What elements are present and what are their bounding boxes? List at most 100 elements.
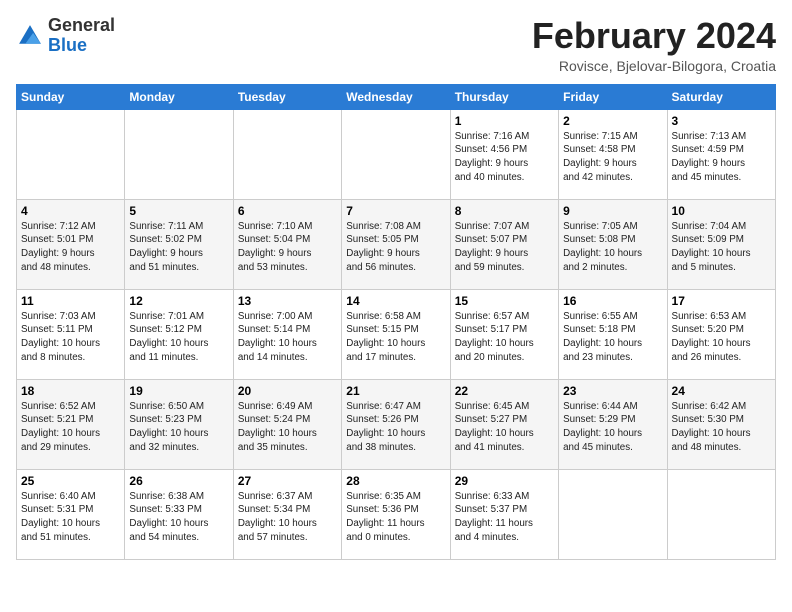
day-detail: Sunrise: 6:40 AMSunset: 5:31 PMDaylight:… xyxy=(21,490,120,545)
weekday-header: Tuesday xyxy=(233,84,341,109)
calendar-day-cell: 4 Sunrise: 7:12 AMSunset: 5:01 PMDaylight… xyxy=(17,199,125,289)
day-number: 23 xyxy=(563,384,662,398)
location-subtitle: Rovisce, Bjelovar-Bilogora, Croatia xyxy=(532,58,776,74)
title-area: February 2024 Rovisce, Bjelovar-Bilogora… xyxy=(532,16,776,74)
calendar-day-cell: 7 Sunrise: 7:08 AMSunset: 5:05 PMDaylight… xyxy=(342,199,450,289)
day-detail: Sunrise: 7:16 AMSunset: 4:56 PMDaylight:… xyxy=(455,130,554,185)
weekday-header-row: SundayMondayTuesdayWednesdayThursdayFrid… xyxy=(17,84,776,109)
calendar-day-cell: 18 Sunrise: 6:52 AMSunset: 5:21 PMDayligh… xyxy=(17,379,125,469)
calendar-day-cell xyxy=(559,469,667,559)
logo-icon xyxy=(16,22,44,50)
calendar-day-cell xyxy=(667,469,775,559)
day-number: 6 xyxy=(238,204,337,218)
calendar-day-cell: 27 Sunrise: 6:37 AMSunset: 5:34 PMDayligh… xyxy=(233,469,341,559)
day-detail: Sunrise: 7:04 AMSunset: 5:09 PMDaylight:… xyxy=(672,220,771,275)
day-detail: Sunrise: 7:08 AMSunset: 5:05 PMDaylight:… xyxy=(346,220,445,275)
day-number: 29 xyxy=(455,474,554,488)
weekday-header: Saturday xyxy=(667,84,775,109)
day-number: 15 xyxy=(455,294,554,308)
day-detail: Sunrise: 6:35 AMSunset: 5:36 PMDaylight:… xyxy=(346,490,445,545)
day-detail: Sunrise: 7:03 AMSunset: 5:11 PMDaylight:… xyxy=(21,310,120,365)
calendar-day-cell: 5 Sunrise: 7:11 AMSunset: 5:02 PMDaylight… xyxy=(125,199,233,289)
calendar-day-cell: 20 Sunrise: 6:49 AMSunset: 5:24 PMDayligh… xyxy=(233,379,341,469)
calendar-day-cell xyxy=(342,109,450,199)
day-number: 13 xyxy=(238,294,337,308)
calendar-day-cell: 17 Sunrise: 6:53 AMSunset: 5:20 PMDayligh… xyxy=(667,289,775,379)
day-number: 24 xyxy=(672,384,771,398)
calendar-day-cell: 3 Sunrise: 7:13 AMSunset: 4:59 PMDaylight… xyxy=(667,109,775,199)
day-detail: Sunrise: 6:37 AMSunset: 5:34 PMDaylight:… xyxy=(238,490,337,545)
day-number: 5 xyxy=(129,204,228,218)
calendar-day-cell: 10Sunrise: 7:04 AMSunset: 5:09 PMDayligh… xyxy=(667,199,775,289)
day-number: 19 xyxy=(129,384,228,398)
day-number: 14 xyxy=(346,294,445,308)
day-number: 16 xyxy=(563,294,662,308)
day-detail: Sunrise: 6:42 AMSunset: 5:30 PMDaylight:… xyxy=(672,400,771,455)
calendar-week-row: 25 Sunrise: 6:40 AMSunset: 5:31 PMDayligh… xyxy=(17,469,776,559)
day-detail: Sunrise: 7:13 AMSunset: 4:59 PMDaylight:… xyxy=(672,130,771,185)
day-detail: Sunrise: 7:05 AMSunset: 5:08 PMDaylight:… xyxy=(563,220,662,275)
day-number: 12 xyxy=(129,294,228,308)
calendar-day-cell: 28 Sunrise: 6:35 AMSunset: 5:36 PMDayligh… xyxy=(342,469,450,559)
day-detail: Sunrise: 6:57 AMSunset: 5:17 PMDaylight:… xyxy=(455,310,554,365)
day-number: 1 xyxy=(455,114,554,128)
logo-blue: Blue xyxy=(48,35,87,55)
calendar-day-cell: 25 Sunrise: 6:40 AMSunset: 5:31 PMDayligh… xyxy=(17,469,125,559)
calendar-day-cell: 24 Sunrise: 6:42 AMSunset: 5:30 PMDayligh… xyxy=(667,379,775,469)
calendar-week-row: 4 Sunrise: 7:12 AMSunset: 5:01 PMDaylight… xyxy=(17,199,776,289)
day-number: 3 xyxy=(672,114,771,128)
day-detail: Sunrise: 6:52 AMSunset: 5:21 PMDaylight:… xyxy=(21,400,120,455)
day-number: 25 xyxy=(21,474,120,488)
day-detail: Sunrise: 7:11 AMSunset: 5:02 PMDaylight:… xyxy=(129,220,228,275)
calendar-day-cell: 6 Sunrise: 7:10 AMSunset: 5:04 PMDaylight… xyxy=(233,199,341,289)
calendar-day-cell: 15 Sunrise: 6:57 AMSunset: 5:17 PMDayligh… xyxy=(450,289,558,379)
calendar-day-cell xyxy=(125,109,233,199)
calendar-day-cell: 11Sunrise: 7:03 AMSunset: 5:11 PMDayligh… xyxy=(17,289,125,379)
calendar-day-cell: 19 Sunrise: 6:50 AMSunset: 5:23 PMDayligh… xyxy=(125,379,233,469)
day-number: 20 xyxy=(238,384,337,398)
calendar-day-cell: 12 Sunrise: 7:01 AMSunset: 5:12 PMDayligh… xyxy=(125,289,233,379)
day-detail: Sunrise: 6:38 AMSunset: 5:33 PMDaylight:… xyxy=(129,490,228,545)
weekday-header: Thursday xyxy=(450,84,558,109)
calendar-day-cell: 1 Sunrise: 7:16 AMSunset: 4:56 PMDaylight… xyxy=(450,109,558,199)
month-year-title: February 2024 xyxy=(532,16,776,56)
day-number: 22 xyxy=(455,384,554,398)
calendar-day-cell: 26 Sunrise: 6:38 AMSunset: 5:33 PMDayligh… xyxy=(125,469,233,559)
day-number: 27 xyxy=(238,474,337,488)
day-number: 7 xyxy=(346,204,445,218)
calendar-day-cell: 9 Sunrise: 7:05 AMSunset: 5:08 PMDaylight… xyxy=(559,199,667,289)
calendar-day-cell: 21 Sunrise: 6:47 AMSunset: 5:26 PMDayligh… xyxy=(342,379,450,469)
day-number: 28 xyxy=(346,474,445,488)
calendar-week-row: 18 Sunrise: 6:52 AMSunset: 5:21 PMDayligh… xyxy=(17,379,776,469)
day-detail: Sunrise: 7:07 AMSunset: 5:07 PMDaylight:… xyxy=(455,220,554,275)
day-detail: Sunrise: 6:47 AMSunset: 5:26 PMDaylight:… xyxy=(346,400,445,455)
day-detail: Sunrise: 6:58 AMSunset: 5:15 PMDaylight:… xyxy=(346,310,445,365)
calendar-week-row: 11Sunrise: 7:03 AMSunset: 5:11 PMDayligh… xyxy=(17,289,776,379)
calendar-day-cell: 2 Sunrise: 7:15 AMSunset: 4:58 PMDaylight… xyxy=(559,109,667,199)
day-number: 2 xyxy=(563,114,662,128)
day-detail: Sunrise: 6:49 AMSunset: 5:24 PMDaylight:… xyxy=(238,400,337,455)
day-detail: Sunrise: 6:33 AMSunset: 5:37 PMDaylight:… xyxy=(455,490,554,545)
day-number: 9 xyxy=(563,204,662,218)
day-number: 18 xyxy=(21,384,120,398)
day-detail: Sunrise: 7:10 AMSunset: 5:04 PMDaylight:… xyxy=(238,220,337,275)
day-number: 21 xyxy=(346,384,445,398)
calendar-week-row: 1 Sunrise: 7:16 AMSunset: 4:56 PMDaylight… xyxy=(17,109,776,199)
calendar-table: SundayMondayTuesdayWednesdayThursdayFrid… xyxy=(16,84,776,560)
day-detail: Sunrise: 7:12 AMSunset: 5:01 PMDaylight:… xyxy=(21,220,120,275)
day-number: 17 xyxy=(672,294,771,308)
day-number: 26 xyxy=(129,474,228,488)
day-detail: Sunrise: 7:01 AMSunset: 5:12 PMDaylight:… xyxy=(129,310,228,365)
calendar-day-cell xyxy=(233,109,341,199)
day-number: 8 xyxy=(455,204,554,218)
day-detail: Sunrise: 6:50 AMSunset: 5:23 PMDaylight:… xyxy=(129,400,228,455)
calendar-day-cell: 14 Sunrise: 6:58 AMSunset: 5:15 PMDayligh… xyxy=(342,289,450,379)
weekday-header: Wednesday xyxy=(342,84,450,109)
calendar-day-cell: 16 Sunrise: 6:55 AMSunset: 5:18 PMDayligh… xyxy=(559,289,667,379)
day-detail: Sunrise: 7:15 AMSunset: 4:58 PMDaylight:… xyxy=(563,130,662,185)
day-number: 4 xyxy=(21,204,120,218)
day-detail: Sunrise: 6:55 AMSunset: 5:18 PMDaylight:… xyxy=(563,310,662,365)
calendar-day-cell: 29 Sunrise: 6:33 AMSunset: 5:37 PMDayligh… xyxy=(450,469,558,559)
day-detail: Sunrise: 6:53 AMSunset: 5:20 PMDaylight:… xyxy=(672,310,771,365)
calendar-day-cell: 13Sunrise: 7:00 AMSunset: 5:14 PMDayligh… xyxy=(233,289,341,379)
